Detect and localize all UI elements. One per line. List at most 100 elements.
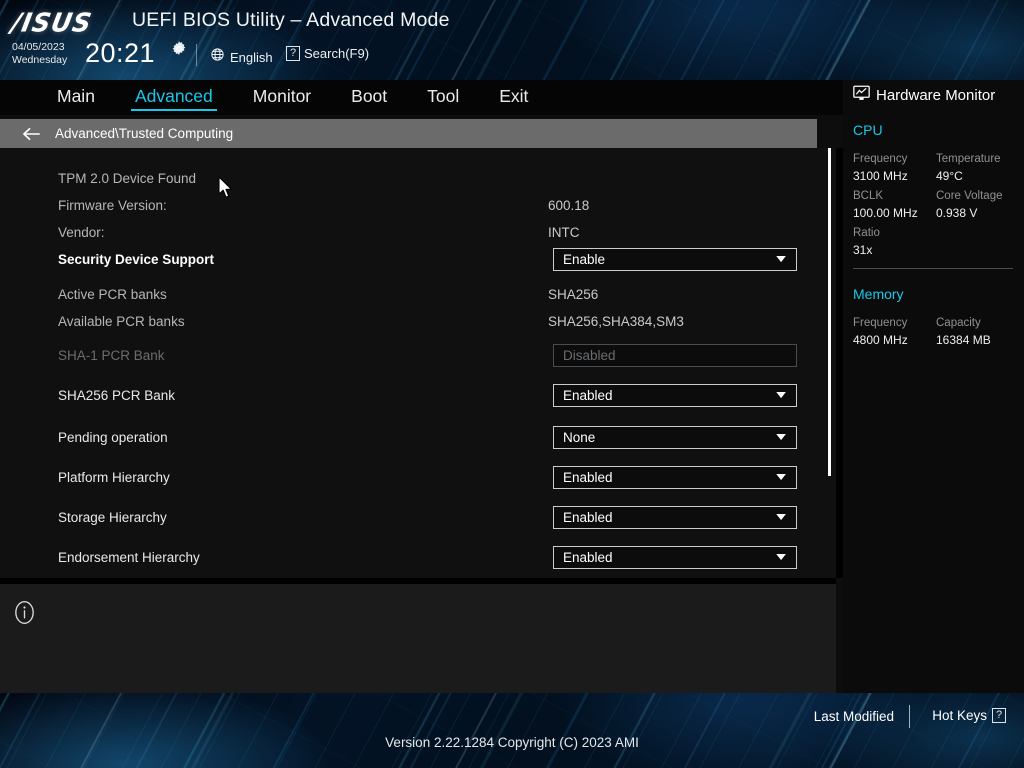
panel-edge-divider xyxy=(836,148,843,578)
header-divider xyxy=(196,44,197,66)
language-button[interactable]: English xyxy=(210,47,273,67)
setting-value: INTC xyxy=(548,219,580,246)
setting-label: Vendor: xyxy=(58,219,105,246)
date-display: 04/05/2023 Wednesday xyxy=(12,41,67,66)
gear-icon[interactable] xyxy=(170,40,188,58)
setting-row: Active PCR banks SHA256 xyxy=(0,281,836,308)
tab-exit[interactable]: Exit xyxy=(479,80,548,115)
bios-screen: /ISUS UEFI BIOS Utility – Advanced Mode … xyxy=(0,0,1024,768)
hw-metric-value: 100.00 MHz xyxy=(853,206,918,220)
setting-dropdown[interactable]: Enabled xyxy=(553,546,797,569)
chevron-down-icon xyxy=(767,392,787,399)
setting-dropdown[interactable]: Enabled xyxy=(553,466,797,489)
clock-display: 20:21 xyxy=(85,38,155,69)
question-box-icon: ? xyxy=(286,46,300,61)
setting-label: SHA-1 PCR Bank xyxy=(58,342,165,369)
setting-row[interactable]: SHA256 PCR Bank Enabled xyxy=(0,382,836,409)
page-title: UEFI BIOS Utility – Advanced Mode xyxy=(132,9,450,32)
setting-label: SHA256 PCR Bank xyxy=(58,382,175,409)
chevron-down-icon xyxy=(767,474,787,481)
hw-metric-value: 31x xyxy=(853,243,872,257)
setting-row[interactable]: Endorsement Hierarchy Enabled xyxy=(0,544,836,571)
date-value: 04/05/2023 xyxy=(12,41,67,54)
setting-dropdown[interactable]: Enabled xyxy=(553,506,797,529)
setting-label: Endorsement Hierarchy xyxy=(58,544,200,571)
hw-metric-label: Ratio xyxy=(853,227,880,239)
setting-row[interactable]: SHA-1 PCR Bank Disabled xyxy=(0,342,836,369)
hw-metric-label: Frequency xyxy=(853,317,907,329)
setting-label: Pending operation xyxy=(58,424,168,451)
tab-main[interactable]: Main xyxy=(37,80,115,115)
tab-advanced[interactable]: Advanced xyxy=(115,80,233,115)
setting-row: Available PCR banks SHA256,SHA384,SM3 xyxy=(0,308,836,335)
setting-row: Vendor: INTC xyxy=(0,219,836,246)
version-text: Version 2.22.1284 Copyright (C) 2023 AMI xyxy=(0,735,1024,750)
hw-metric-value: 3100 MHz xyxy=(853,169,908,183)
hardware-monitor-panel: Hardware Monitor CPU Frequency 3100 MHz Tem… xyxy=(843,80,1024,693)
back-arrow-icon[interactable] xyxy=(22,127,41,141)
tab-label: Exit xyxy=(499,86,528,106)
dropdown-value: None xyxy=(554,430,767,445)
tab-boot[interactable]: Boot xyxy=(331,80,407,115)
asus-logo: /ISUS xyxy=(9,7,95,37)
dropdown-value: Enabled xyxy=(554,550,767,565)
question-box-icon: ? xyxy=(992,708,1006,723)
search-button[interactable]: ? Search(F9) xyxy=(286,46,369,61)
setting-row[interactable]: Pending operation None xyxy=(0,424,836,451)
setting-label: Available PCR banks xyxy=(58,308,185,335)
setting-label: TPM 2.0 Device Found xyxy=(58,165,196,192)
tab-monitor[interactable]: Monitor xyxy=(233,80,331,115)
setting-label: Storage Hierarchy xyxy=(58,504,167,531)
setting-row: Firmware Version:600.18 xyxy=(0,192,836,219)
setting-label: Firmware Version: xyxy=(58,192,167,219)
hw-metric-label: Capacity xyxy=(936,317,981,329)
setting-dropdown[interactable]: Enable xyxy=(553,248,797,271)
hw-metric-value: 16384 MB xyxy=(936,333,991,347)
hw-metric-label: Temperature xyxy=(936,153,1001,165)
setting-dropdown[interactable]: None xyxy=(553,426,797,449)
chevron-down-icon xyxy=(767,256,787,263)
setting-row[interactable]: Platform HierarchyEnabled xyxy=(0,464,836,491)
last-modified-button[interactable]: Last Modified xyxy=(814,709,894,724)
setting-dropdown-disabled: Disabled xyxy=(553,344,797,367)
hw-metric-label: Frequency xyxy=(853,153,907,165)
setting-dropdown[interactable]: Enabled xyxy=(553,384,797,407)
dropdown-value: Enabled xyxy=(554,470,767,485)
hw-section-cpu: CPU xyxy=(853,122,883,138)
breadcrumb[interactable]: Advanced\Trusted Computing xyxy=(0,119,817,148)
hw-metric-label: Core Voltage xyxy=(936,190,1003,202)
monitor-icon xyxy=(853,85,870,106)
weekday-value: Wednesday xyxy=(12,54,67,67)
setting-label: Security Device Support xyxy=(58,246,214,273)
setting-value: SHA256 xyxy=(548,281,598,308)
hw-metric-value: 0.938 V xyxy=(936,206,977,220)
language-label: English xyxy=(230,50,273,65)
tab-label: Monitor xyxy=(253,86,311,106)
hw-metric-value: 49°C xyxy=(936,169,963,183)
chevron-down-icon xyxy=(767,554,787,561)
chevron-down-icon xyxy=(767,514,787,521)
hw-metric-value: 4800 MHz xyxy=(853,333,908,347)
setting-row: TPM 2.0 Device Found xyxy=(0,165,836,192)
hardware-monitor-header: Hardware Monitor xyxy=(853,85,995,106)
tab-tool[interactable]: Tool xyxy=(407,80,479,115)
globe-icon xyxy=(210,47,225,67)
footer-background-texture xyxy=(0,693,1024,768)
breadcrumb-path: Advanced\Trusted Computing xyxy=(55,126,233,141)
header-bar: /ISUS UEFI BIOS Utility – Advanced Mode … xyxy=(0,0,1024,80)
help-panel xyxy=(0,584,836,693)
setting-row[interactable]: Security Device Support Enable xyxy=(0,246,836,273)
hardware-monitor-section-divider xyxy=(853,268,1013,269)
hardware-monitor-title: Hardware Monitor xyxy=(876,87,995,104)
info-circle-icon[interactable] xyxy=(12,600,37,625)
footer-bar: Last Modified Hot Keys ? Version 2.22.12… xyxy=(0,693,1024,768)
settings-list: TPM 2.0 Device FoundFirmware Version:600… xyxy=(0,148,836,578)
chevron-down-icon xyxy=(767,434,787,441)
dropdown-value: Enabled xyxy=(554,388,767,403)
scrollbar-thumb[interactable] xyxy=(828,148,831,476)
tab-label: Boot xyxy=(351,86,387,106)
setting-value: SHA256,SHA384,SM3 xyxy=(548,308,684,335)
setting-label: Active PCR banks xyxy=(58,281,167,308)
hot-keys-button[interactable]: Hot Keys ? xyxy=(932,708,1006,723)
setting-row[interactable]: Storage Hierarchy Enabled xyxy=(0,504,836,531)
